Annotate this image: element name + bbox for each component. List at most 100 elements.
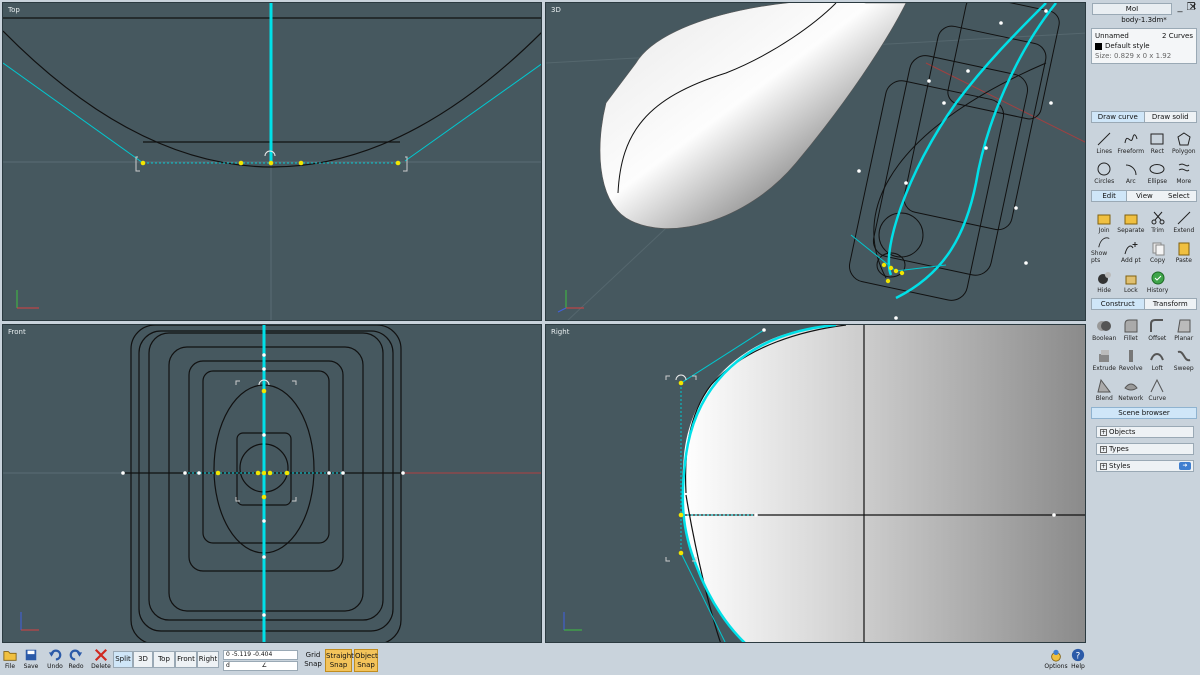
- loft-button[interactable]: Loft: [1144, 343, 1171, 372]
- blend-icon: [1097, 378, 1112, 393]
- straight-snap-toggle[interactable]: Straight Snap: [325, 649, 354, 672]
- fillet-icon: [1124, 319, 1138, 333]
- undo-button[interactable]: Undo: [47, 648, 63, 674]
- paste-button[interactable]: Paste: [1171, 235, 1197, 264]
- more-icon: [1178, 163, 1190, 172]
- tab-view[interactable]: View: [1127, 191, 1161, 201]
- curve-button[interactable]: Curve: [1144, 373, 1171, 402]
- svg-text:?: ?: [1076, 652, 1081, 662]
- extrude-button[interactable]: Extrude: [1091, 343, 1118, 372]
- app-menu-button[interactable]: MoI: [1092, 3, 1172, 15]
- object-snap-toggle[interactable]: Object Snap: [354, 649, 378, 672]
- rect-button[interactable]: Rect: [1144, 126, 1170, 155]
- top-view-scene: [3, 3, 541, 320]
- extend-icon: [1177, 211, 1191, 225]
- object-size: Size: 0.829 x 0 x 1.92: [1095, 52, 1172, 60]
- extend-button[interactable]: Extend: [1171, 205, 1197, 234]
- boolean-button[interactable]: Boolean: [1091, 313, 1118, 342]
- help-button[interactable]: ? Help: [1070, 648, 1086, 674]
- history-icon: [1151, 271, 1165, 285]
- arc-button[interactable]: Arc: [1117, 156, 1144, 185]
- tab-construct[interactable]: Construct: [1092, 299, 1145, 309]
- perspective-view-scene: [546, 3, 1085, 320]
- arc-icon: [1125, 164, 1137, 176]
- options-icon: [1051, 649, 1061, 662]
- viewport-front[interactable]: Front: [2, 324, 542, 643]
- loft-icon: [1150, 353, 1165, 361]
- tab-select[interactable]: Select: [1162, 191, 1196, 201]
- viewport-top[interactable]: Top: [2, 2, 542, 321]
- edit-tabs: Edit View Select: [1091, 190, 1197, 202]
- trim-button[interactable]: Trim: [1144, 205, 1170, 234]
- planar-icon: [1177, 319, 1191, 333]
- expand-icon: +: [1100, 463, 1107, 470]
- styles-section[interactable]: + Styles ➜: [1096, 460, 1194, 472]
- draw-tools: Lines Freeform Rect Polygon Circles Arc …: [1091, 126, 1197, 185]
- polygon-button[interactable]: Polygon: [1171, 126, 1197, 155]
- revolve-icon: [1128, 350, 1133, 362]
- copy-button[interactable]: Copy: [1144, 235, 1170, 264]
- tab-transform[interactable]: Transform: [1145, 299, 1197, 309]
- file-button[interactable]: File: [3, 648, 17, 674]
- help-icon: ?: [1071, 648, 1085, 662]
- view-right-button[interactable]: Right: [197, 651, 219, 668]
- fillet-button[interactable]: Fillet: [1118, 313, 1145, 342]
- coordinate-input[interactable]: 0 -5.119 -0.404 d ∠: [223, 650, 298, 672]
- tab-draw-curve[interactable]: Draw curve: [1092, 112, 1145, 122]
- options-button[interactable]: Options: [1044, 648, 1068, 674]
- save-button[interactable]: Save: [23, 648, 39, 674]
- types-section[interactable]: + Types: [1096, 443, 1194, 455]
- offset-button[interactable]: Offset: [1144, 313, 1171, 342]
- file-name: body-1.3dm*: [1121, 16, 1167, 24]
- delete-button[interactable]: Delete: [91, 648, 111, 674]
- show-pts-button[interactable]: Show pts: [1091, 235, 1117, 264]
- viewport-3d[interactable]: 3D: [545, 2, 1086, 321]
- blend-button[interactable]: Blend: [1091, 373, 1118, 402]
- viewport-right[interactable]: Right: [545, 324, 1086, 643]
- tab-edit[interactable]: Edit: [1092, 191, 1128, 201]
- grid-snap-toggle[interactable]: Grid Snap: [302, 649, 324, 672]
- axis-indicator-icon: [20, 612, 39, 631]
- lines-button[interactable]: Lines: [1091, 126, 1117, 155]
- delete-x-icon: [94, 648, 108, 662]
- offset-icon: [1150, 319, 1164, 332]
- freeform-button[interactable]: Freeform: [1117, 126, 1144, 155]
- view-front-button[interactable]: Front: [175, 651, 197, 668]
- close-icon[interactable]: ✕: [1187, 2, 1199, 14]
- show-points-icon: [1098, 237, 1110, 248]
- circle-icon: [1097, 162, 1111, 176]
- join-button[interactable]: Join: [1091, 205, 1117, 234]
- coordinate-readout[interactable]: 0 -5.119 -0.404: [223, 650, 298, 660]
- object-name[interactable]: Unnamed: [1095, 31, 1129, 41]
- tab-draw-solid[interactable]: Draw solid: [1145, 112, 1197, 122]
- hide-button[interactable]: Hide: [1091, 265, 1117, 294]
- view-split-button[interactable]: Split: [113, 651, 133, 668]
- view-3d-button[interactable]: 3D: [133, 651, 153, 668]
- style-swatch: [1095, 42, 1102, 50]
- revolve-button[interactable]: Revolve: [1118, 343, 1145, 372]
- ellipse-button[interactable]: Ellipse: [1144, 156, 1170, 185]
- network-icon: [1124, 383, 1138, 391]
- side-panel: MoI _ ❐ ✕ body-1.3dm* Unnamed 2 Curves De…: [1088, 0, 1200, 647]
- distance-angle-input[interactable]: d ∠: [223, 661, 298, 671]
- objects-section[interactable]: + Objects: [1096, 426, 1194, 438]
- more-button[interactable]: More: [1171, 156, 1197, 185]
- edit-tools: Join Separate Trim Extend Show pts Add p…: [1091, 205, 1197, 294]
- add-pt-button[interactable]: Add pt: [1117, 235, 1144, 264]
- sweep-button[interactable]: Sweep: [1171, 343, 1198, 372]
- history-button[interactable]: History: [1144, 265, 1170, 294]
- view-top-button[interactable]: Top: [153, 651, 175, 668]
- folder-icon: [3, 651, 17, 661]
- draw-tabs: Draw curve Draw solid: [1091, 111, 1197, 123]
- planar-button[interactable]: Planar: [1171, 313, 1198, 342]
- style-selector[interactable]: Default style: [1095, 41, 1150, 51]
- circles-button[interactable]: Circles: [1091, 156, 1117, 185]
- arrow-right-icon[interactable]: ➜: [1179, 462, 1191, 470]
- lock-button[interactable]: Lock: [1117, 265, 1144, 294]
- redo-button[interactable]: Redo: [68, 648, 84, 674]
- rect-icon: [1150, 133, 1164, 145]
- network-button[interactable]: Network: [1118, 373, 1145, 402]
- scene-browser-button[interactable]: Scene browser: [1091, 407, 1197, 419]
- separate-button[interactable]: Separate: [1117, 205, 1144, 234]
- viewport-label-top: Top: [8, 6, 20, 14]
